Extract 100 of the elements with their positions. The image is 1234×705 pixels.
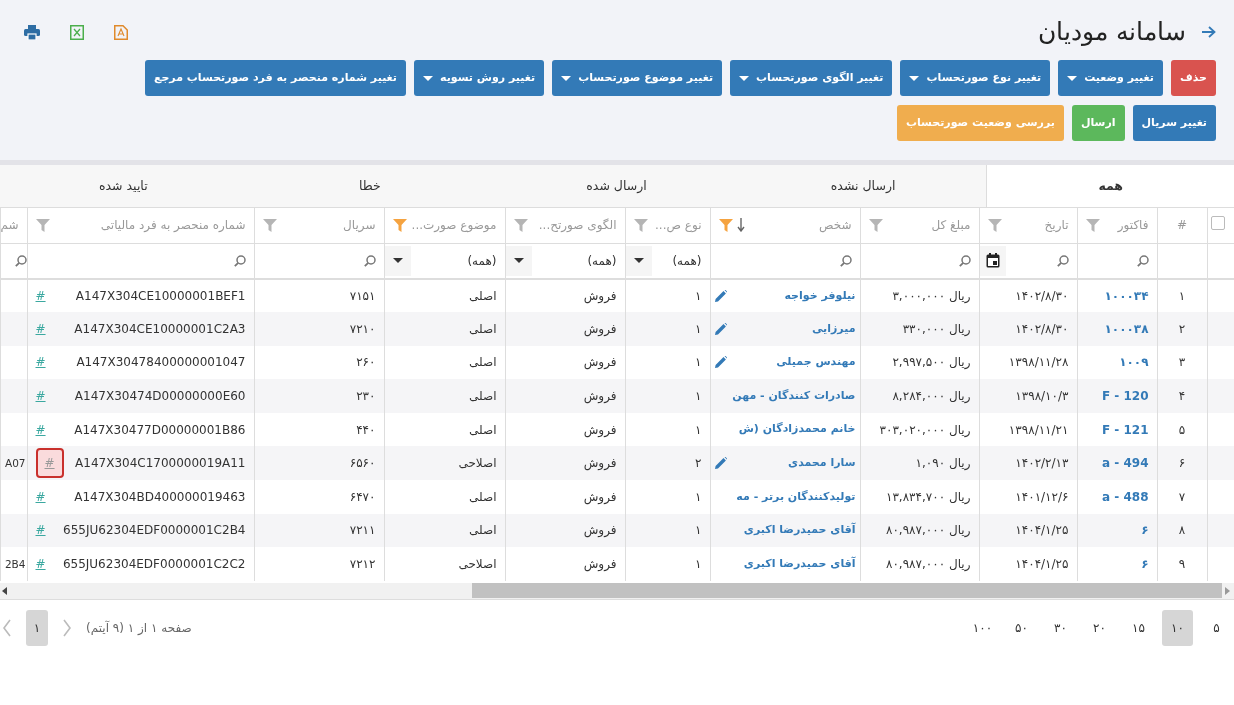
caret-icon	[392, 258, 403, 263]
person-link[interactable]: خانم محمدزادگان (ش	[738, 421, 856, 438]
column-header: مبلغ کل	[931, 217, 971, 235]
table-cell: ۲	[695, 456, 702, 471]
column-header: شم	[1, 217, 19, 235]
page-size-option[interactable]: ۲۰	[1084, 609, 1115, 646]
filter-icon[interactable]	[35, 218, 50, 233]
toolbar-button[interactable]: تغییر سریال	[1132, 105, 1216, 141]
hash-link[interactable]: #	[35, 353, 46, 372]
person-link[interactable]: تولیدکنندگان برتر - مه	[736, 488, 856, 506]
page-size-option[interactable]: ۱۵	[1123, 609, 1154, 646]
hash-link[interactable]: #	[35, 286, 46, 305]
caret-icon	[422, 75, 433, 81]
column-header: نوع ص...	[655, 217, 702, 235]
hash-link[interactable]: #	[35, 555, 46, 574]
table-cell: ۱	[695, 389, 702, 404]
filter-dropdown[interactable]: (همه)	[626, 243, 710, 277]
tab[interactable]: ارسال شده	[493, 165, 740, 207]
table-cell: ریال ۸۰,۹۸۷,۰۰۰	[885, 557, 971, 572]
chevron-right-icon[interactable]	[62, 618, 72, 637]
toolbar-button[interactable]: تغییر شماره منحصر به فرد صورتحساب مرجع	[144, 60, 406, 96]
table-cell: فروش	[583, 355, 617, 370]
hash-link[interactable]: #	[35, 521, 46, 540]
invoice-link[interactable]: ۱۰۰۹	[1119, 355, 1149, 370]
chevron-left-icon[interactable]	[2, 618, 12, 637]
person-link[interactable]: آقای حمیدرضا اکبری	[743, 555, 856, 573]
filter-icon[interactable]	[262, 218, 277, 233]
table-cell: ریال ۳۰۳,۰۲۰,۰۰۰	[879, 422, 971, 437]
table-cell: ۱	[695, 489, 702, 504]
column-header: #	[1176, 218, 1188, 233]
tab[interactable]: ارسال نشده	[739, 165, 987, 207]
table-cell: ۱	[695, 321, 702, 336]
print-icon[interactable]	[24, 24, 40, 40]
sort-arrow-icon[interactable]	[736, 218, 745, 233]
page-number[interactable]: ۱	[26, 609, 48, 646]
table-cell: ۹	[1178, 557, 1186, 572]
pencil-icon[interactable]	[714, 356, 727, 369]
scroll-left-icon[interactable]	[0, 585, 10, 596]
table-cell-text: A147X304CE10000001C2A3	[74, 320, 246, 338]
person-link[interactable]: میرزایی	[812, 320, 856, 338]
tab[interactable]: همه	[986, 165, 1234, 207]
filter-dropdown[interactable]: (همه)	[385, 243, 505, 277]
pencil-icon[interactable]	[714, 322, 727, 335]
table-cell: اصلی	[469, 288, 497, 303]
filter-icon[interactable]	[392, 218, 407, 233]
invoice-link[interactable]: a - 488	[1102, 489, 1149, 504]
scrollbar-thumb[interactable]	[472, 583, 1222, 599]
toolbar-button[interactable]: تغییر وضعیت	[1058, 60, 1163, 96]
pdf-icon[interactable]	[114, 24, 128, 40]
tab[interactable]: خطا	[246, 165, 494, 207]
page-size-option[interactable]: ۵۰	[1006, 609, 1037, 646]
table-cell: فروش	[583, 389, 617, 404]
pencil-icon[interactable]	[714, 289, 727, 302]
table-cell-text: A147X30478400000001047	[76, 354, 246, 372]
toolbar-button[interactable]: تغییر موضوع صورتحساب	[552, 60, 723, 96]
toolbar-button[interactable]: تغییر الگوی صورتحساب	[730, 60, 893, 96]
toolbar-button[interactable]: تغییر روش تسویه	[413, 60, 545, 96]
table-cell: ۱	[1178, 288, 1186, 303]
column-header: الگوی صورتح...	[538, 217, 617, 235]
toolbar-button[interactable]: ارسال	[1071, 105, 1125, 141]
filter-icon[interactable]	[987, 218, 1002, 233]
table-cell: ۷۲۱۱	[349, 523, 376, 538]
page-size-option[interactable]: ۱۰	[1162, 609, 1193, 646]
toolbar-button[interactable]: حذف	[1170, 60, 1216, 96]
spreadsheet-icon[interactable]	[70, 24, 84, 40]
table-cell-text: A147X304BD400000019463	[74, 488, 246, 506]
invoice-link[interactable]: F - 121	[1101, 422, 1149, 437]
filter-icon[interactable]	[868, 218, 883, 233]
person-link[interactable]: مهندس جمیلی	[776, 354, 856, 371]
filter-icon[interactable]	[513, 218, 528, 233]
hash-link[interactable]: #	[35, 487, 46, 506]
table-cell: ۵	[1178, 422, 1186, 437]
filter-dropdown[interactable]: (همه)	[506, 243, 625, 277]
page-size-option[interactable]: ۳۰	[1045, 609, 1076, 646]
table-cell: ۲۶۰	[356, 355, 376, 370]
page-size-option[interactable]: ۵	[1201, 609, 1232, 646]
select-all-checkbox[interactable]	[1211, 215, 1225, 230]
hash-link[interactable]: #	[35, 420, 46, 439]
column-header: شخص	[819, 217, 852, 235]
column-header: موضوع صورت...	[411, 217, 497, 235]
toolbar-button[interactable]: تغییر نوع صورتحساب	[900, 60, 1051, 96]
table-cell: اصلی	[469, 389, 497, 404]
table-cell: اصلاحی	[458, 456, 497, 471]
invoice-link[interactable]: ۱۰۰۰۳۴	[1104, 288, 1149, 303]
hash-link[interactable]: #	[35, 319, 46, 338]
filter-icon[interactable]	[633, 218, 648, 233]
arrow-icon[interactable]	[1202, 26, 1216, 38]
pencil-icon[interactable]	[714, 457, 727, 470]
calendar-icon[interactable]	[985, 253, 1000, 268]
table-cell-text: A147X30474D00000000E60	[74, 388, 246, 406]
table-cell: فروش	[583, 456, 617, 471]
filter-icon[interactable]	[1085, 218, 1100, 233]
person-link[interactable]: نیلوفر خواجه	[784, 287, 856, 305]
tab[interactable]: تایید شده	[0, 165, 247, 207]
hash-link[interactable]: #	[35, 387, 46, 406]
invoice-link[interactable]: ۶	[1141, 557, 1149, 572]
table-cell-text: 655JU62304EDF0000001C2C2	[62, 556, 246, 574]
search-icon	[233, 254, 246, 267]
invoice-link[interactable]: ۶	[1141, 523, 1149, 538]
page-size-option[interactable]: ۱۰۰	[967, 609, 998, 646]
